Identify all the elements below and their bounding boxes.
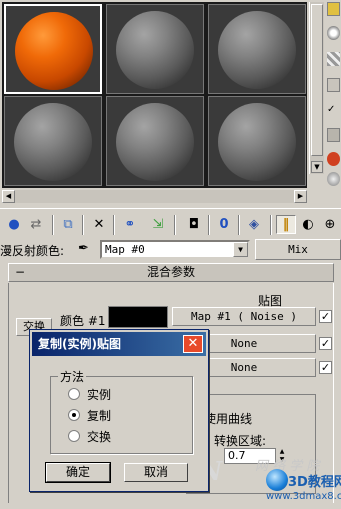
collapse-icon: − bbox=[15, 265, 26, 279]
toolbar-separator bbox=[174, 215, 176, 235]
map1-button[interactable]: Map #1 ( Noise ) bbox=[172, 307, 316, 326]
map-name-value: Map #0 bbox=[105, 243, 145, 256]
sample-slot-3[interactable] bbox=[208, 4, 306, 94]
radio-label: 实例 bbox=[87, 387, 112, 402]
use-curve-label: 使用曲线 bbox=[204, 412, 253, 426]
radio-instance[interactable]: 实例 bbox=[68, 386, 111, 402]
show-map-in-viewport-icon[interactable]: 0 bbox=[214, 215, 234, 234]
go-forward-to-sibling-icon[interactable]: ◐ bbox=[298, 215, 318, 234]
chevron-down-icon[interactable]: ▼ bbox=[233, 242, 248, 257]
material-sphere bbox=[218, 11, 296, 89]
slots-vertical-scrollbar[interactable]: ▼ bbox=[309, 2, 324, 174]
material-sphere bbox=[116, 103, 194, 181]
sample-uv-tiling-icon[interactable] bbox=[327, 78, 340, 92]
toolbar-separator bbox=[238, 215, 240, 235]
material-sphere bbox=[116, 11, 194, 89]
diffuse-color-label: 漫反射颜色: bbox=[0, 244, 65, 258]
material-effects-channel-icon[interactable]: ◘ bbox=[184, 215, 204, 234]
sample-slot-1[interactable] bbox=[4, 4, 102, 94]
make-unique-icon[interactable]: ⚭ bbox=[120, 215, 140, 234]
scroll-right-arrow-icon[interactable]: ▶ bbox=[294, 190, 307, 203]
map2-enable-checkbox[interactable]: ✓ bbox=[319, 337, 332, 350]
radio-button[interactable] bbox=[68, 388, 80, 400]
ok-button[interactable]: 确定 bbox=[45, 462, 111, 483]
options-icon[interactable] bbox=[327, 152, 340, 166]
show-end-result-icon[interactable]: ◈ bbox=[244, 215, 264, 234]
assign-to-selection-icon[interactable]: ⧉ bbox=[58, 215, 78, 234]
method-label: 方法 bbox=[58, 368, 87, 385]
mix-amount-enable-checkbox[interactable]: ✓ bbox=[319, 361, 332, 374]
sample-slots-grid bbox=[2, 2, 307, 188]
scroll-left-arrow-icon[interactable]: ◀ bbox=[2, 190, 15, 203]
toolbar-separator bbox=[82, 215, 84, 235]
map-name-field[interactable]: Map #0 ▼ bbox=[100, 240, 250, 259]
eyedropper-icon[interactable]: ✒ bbox=[78, 241, 96, 259]
mix-parameters-rollout-header[interactable]: − 混合参数 bbox=[8, 263, 334, 282]
color1-swatch[interactable] bbox=[108, 306, 168, 328]
put-to-library-icon[interactable]: ⇲ bbox=[148, 215, 168, 234]
color1-label: 颜色 #1 bbox=[60, 314, 106, 328]
radio-button[interactable] bbox=[68, 430, 80, 442]
side-toolbar: ✓ bbox=[326, 0, 341, 190]
put-to-scene-icon[interactable]: ⇄ bbox=[26, 215, 46, 234]
scrollbar-thumb[interactable] bbox=[311, 4, 323, 156]
video-color-check-icon[interactable]: ✓ bbox=[327, 104, 340, 118]
toolbar-separator bbox=[208, 215, 210, 235]
toolbar-separator bbox=[113, 215, 115, 235]
material-toolbar: ● ⇄ ⧉ ✕ ⚭ ⇲ ◘ 0 ◈ ‖ ◐ ⊕ bbox=[0, 208, 341, 238]
rollout-title: 混合参数 bbox=[146, 265, 195, 279]
map1-enable-checkbox[interactable]: ✓ bbox=[319, 310, 332, 323]
sample-slot-5[interactable] bbox=[106, 96, 204, 186]
backlight-icon[interactable] bbox=[327, 26, 340, 40]
sample-slot-4[interactable] bbox=[4, 96, 102, 186]
select-by-material-icon[interactable] bbox=[327, 172, 340, 186]
reset-map-icon[interactable]: ✕ bbox=[89, 215, 109, 234]
go-to-parent-icon[interactable]: ‖ bbox=[276, 215, 296, 234]
get-material-icon[interactable]: ● bbox=[4, 215, 24, 234]
watermark-globe-icon bbox=[266, 469, 288, 491]
sample-slot-2[interactable] bbox=[106, 4, 204, 94]
dialog-titlebar[interactable]: 复制(实例)贴图 ✕ bbox=[32, 332, 206, 356]
radio-swap[interactable]: 交换 bbox=[68, 428, 111, 444]
transition-zone-label: 转换区域: bbox=[214, 434, 267, 448]
radio-copy[interactable]: 复制 bbox=[68, 407, 111, 423]
dialog-title: 复制(实例)贴图 bbox=[38, 337, 121, 351]
close-icon[interactable]: ✕ bbox=[183, 335, 203, 353]
material-editor-window: ▼ ✓ ◀ ▶ ● ⇄ ⧉ ✕ ⚭ ⇲ ◘ 0 ◈ ‖ ◐ ⊕ 漫反射颜色: ✒… bbox=[0, 0, 341, 509]
map-name-row: 漫反射颜色: ✒ Map #0 ▼ Mix bbox=[0, 239, 341, 261]
toolbar-separator bbox=[270, 215, 272, 235]
toolbar-separator bbox=[52, 215, 54, 235]
watermark-brand: 3D教程网 bbox=[288, 475, 341, 490]
radio-button-selected[interactable] bbox=[68, 409, 80, 421]
material-sphere bbox=[218, 103, 296, 181]
map-type-button[interactable]: Mix bbox=[255, 239, 341, 260]
cancel-button[interactable]: 取消 bbox=[124, 463, 188, 482]
slots-horizontal-scrollbar[interactable]: ◀ ▶ bbox=[2, 190, 307, 203]
make-preview-icon[interactable] bbox=[327, 128, 340, 142]
watermark-url: www.3dmax8.cn bbox=[266, 491, 341, 502]
sample-type-icon[interactable] bbox=[327, 2, 340, 16]
material-sphere bbox=[15, 12, 93, 90]
material-sphere bbox=[14, 103, 92, 181]
sample-slot-6[interactable] bbox=[208, 96, 306, 186]
scroll-down-arrow-icon[interactable]: ▼ bbox=[311, 161, 323, 173]
background-icon[interactable] bbox=[327, 52, 340, 66]
radio-label: 交换 bbox=[87, 429, 112, 444]
radio-label: 复制 bbox=[87, 408, 112, 423]
copy-instance-map-dialog: 复制(实例)贴图 ✕ 方法 实例 复制 交换 确定 取消 bbox=[29, 329, 209, 492]
more-tools-icon[interactable]: ⊕ bbox=[320, 215, 340, 234]
